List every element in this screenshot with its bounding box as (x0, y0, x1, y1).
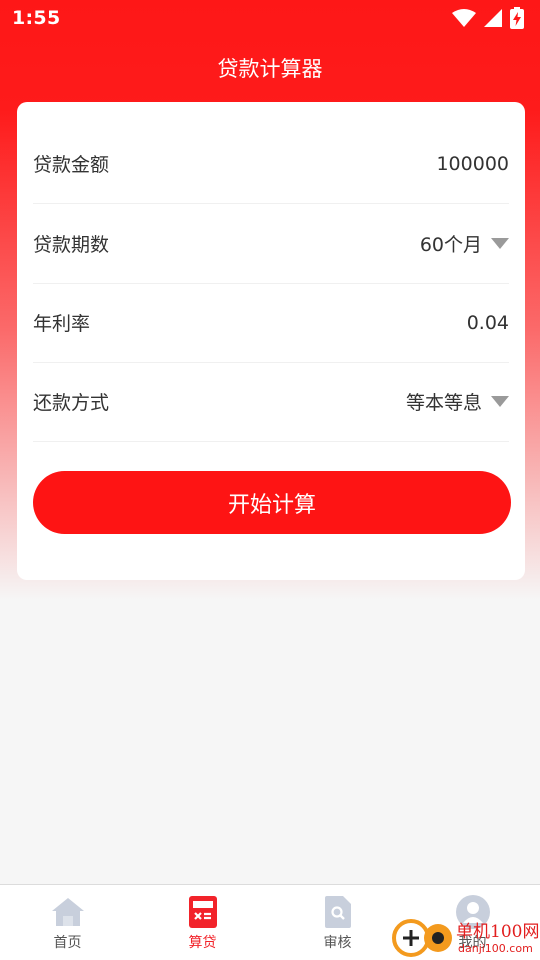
title-bar: 贷款计算器 (0, 36, 540, 100)
watermark-text: 单机100网 (456, 922, 540, 942)
loan-amount-value: 100000 (436, 152, 509, 175)
status-time: 1:55 (12, 7, 61, 29)
interest-rate-row[interactable]: 年利率 0.04 (33, 283, 509, 363)
nav-label-home: 首页 (53, 935, 82, 951)
loan-term-value: 60个月 (419, 234, 482, 256)
repayment-method-value: 等本等息 (405, 392, 482, 414)
loan-term-select[interactable]: 60个月 (420, 230, 509, 257)
nav-label-calculate: 算贷 (188, 935, 217, 951)
battery-charging-icon (510, 7, 524, 29)
nav-item-calculate[interactable]: 算贷 (135, 885, 270, 960)
repayment-method-select[interactable]: 等本等息 (406, 388, 509, 415)
page-title: 贷款计算器 (217, 57, 323, 81)
site-watermark: 单机100网 danji100.com (390, 912, 540, 960)
cell-signal-icon (484, 9, 502, 27)
repayment-method-label: 还款方式 (33, 392, 110, 414)
nav-item-home[interactable]: 首页 (0, 885, 135, 960)
document-search-icon (324, 895, 351, 929)
start-calculation-button[interactable]: 开始计算 (33, 471, 511, 534)
status-bar: 1:55 (0, 0, 540, 36)
wifi-icon (452, 9, 476, 27)
loan-amount-input[interactable]: 100000 (436, 153, 509, 175)
repayment-method-row[interactable]: 还款方式 等本等息 (33, 362, 509, 442)
interest-rate-label: 年利率 (33, 313, 91, 335)
dropdown-arrow-icon (491, 238, 509, 249)
dropdown-arrow-icon (491, 396, 509, 407)
watermark-url: danji100.com (458, 942, 533, 955)
nav-label-review: 审核 (323, 935, 352, 951)
interest-rate-value: 0.04 (466, 311, 509, 334)
interest-rate-input[interactable]: 0.04 (467, 312, 509, 334)
calculator-icon (188, 895, 217, 929)
loan-amount-row[interactable]: 贷款金额 100000 (33, 124, 509, 204)
nav-item-review[interactable]: 审核 (270, 885, 405, 960)
status-icons (452, 7, 524, 29)
loan-term-row[interactable]: 贷款期数 60个月 (33, 204, 509, 284)
loan-term-label: 贷款期数 (33, 234, 110, 256)
loan-amount-label: 贷款金额 (33, 154, 110, 176)
home-icon (51, 895, 85, 929)
watermark-logo-icon (392, 919, 452, 957)
calculator-card: 贷款金额 100000 贷款期数 60个月 年利率 0.04 还款方式 等本等息… (17, 102, 525, 580)
